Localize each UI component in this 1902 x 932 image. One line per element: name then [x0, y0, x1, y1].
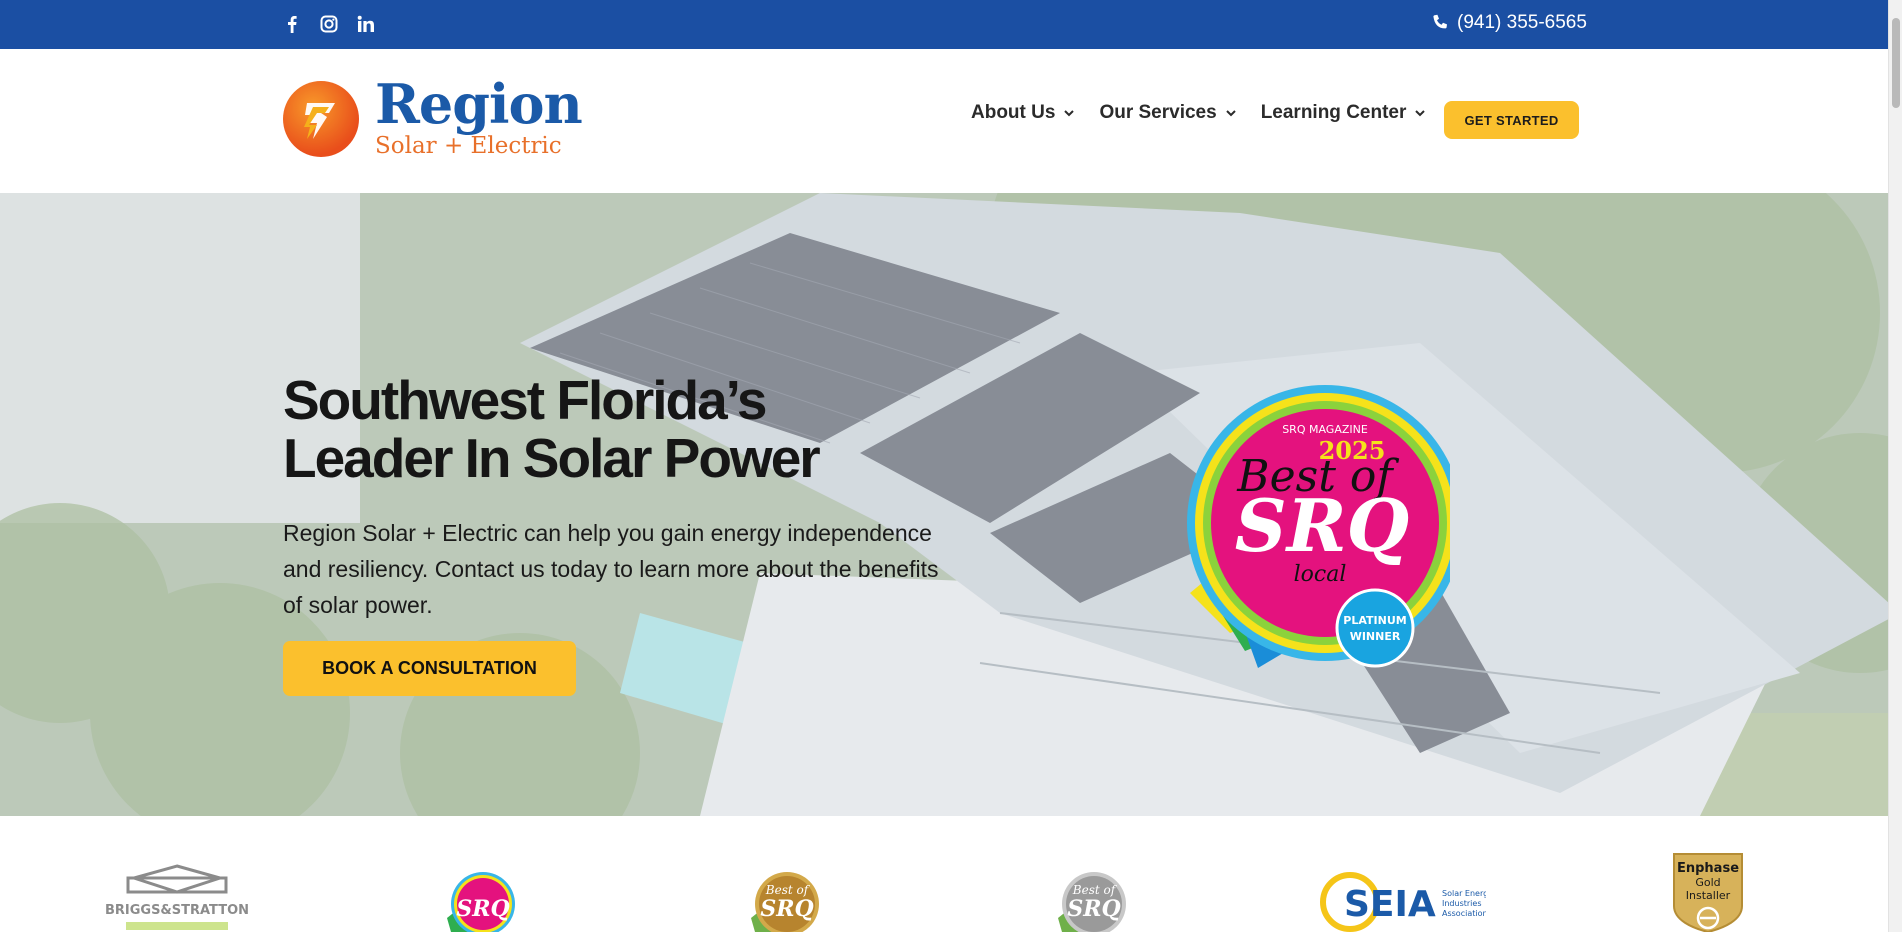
- svg-text:SRQ: SRQ: [1067, 896, 1120, 922]
- vertical-scrollbar[interactable]: [1888, 0, 1902, 932]
- seia-text: SEIA: [1344, 884, 1436, 925]
- seia-sub-line1: Solar Energy: [1442, 889, 1486, 898]
- site-logo[interactable]: Region Solar + Electric: [283, 72, 583, 160]
- srq-silver-badge: Best of SRQ: [1058, 872, 1126, 932]
- logo-title: Region: [375, 72, 583, 136]
- scrollbar-thumb[interactable]: [1892, 18, 1900, 108]
- hero-title: Southwest Florida’s Leader In Solar Powe…: [283, 369, 821, 489]
- nav-about-us[interactable]: About Us: [971, 102, 1075, 124]
- svg-text:SRQ: SRQ: [760, 896, 813, 922]
- enphase-gold-installer-badge: Enphase Gold Installer: [1673, 853, 1743, 932]
- partner-logos-strip: BRIGGS&STRATTON SRQ Best of SRQ Best of …: [0, 816, 1888, 932]
- briggs-stratton-logo: BRIGGS&STRATTON: [105, 864, 249, 930]
- svg-text:Enphase: Enphase: [1677, 861, 1739, 876]
- badge-line2: SRQ: [1235, 483, 1410, 568]
- nav-our-services[interactable]: Our Services: [1099, 102, 1236, 124]
- seia-sub-line3: Association®: [1442, 909, 1486, 918]
- chevron-down-icon: [1415, 110, 1426, 117]
- srq-2023-badge: SRQ: [447, 872, 515, 932]
- social-links: [283, 15, 375, 33]
- srq-silver-best-of: Best of: [1072, 883, 1118, 897]
- seia-logo: SEIA Solar Energy Industries Association…: [1320, 872, 1486, 932]
- seia-sub-line2: Industries: [1442, 899, 1481, 908]
- page: (941) 355-6565 Region Solar + Electric A…: [0, 0, 1888, 932]
- phone-link[interactable]: (941) 355-6565: [1431, 12, 1587, 34]
- facebook-icon[interactable]: [283, 15, 301, 33]
- srq-gold-best-of: Best of: [765, 883, 811, 897]
- book-consultation-button[interactable]: BOOK A CONSULTATION: [283, 641, 576, 696]
- logo-wordmark: Region Solar + Electric: [375, 72, 583, 160]
- instagram-icon[interactable]: [320, 15, 338, 33]
- linkedin-icon[interactable]: [357, 15, 375, 33]
- badge-ribbon: SRQ MAGAZINE: [1282, 423, 1368, 436]
- best-of-srq-badge: SRQ MAGAZINE 2025 Best of SRQ local PLAT…: [1187, 385, 1450, 668]
- chevron-down-icon: [1225, 110, 1236, 117]
- badge-seal-line1: PLATINUM: [1343, 614, 1406, 627]
- svg-text:Gold: Gold: [1695, 876, 1720, 889]
- hero-description: Region Solar + Electric can help you gai…: [283, 520, 939, 618]
- logo-subtitle: Solar + Electric: [375, 133, 562, 159]
- hero-section: Southwest Florida’s Leader In Solar Powe…: [0, 193, 1888, 816]
- chevron-down-icon: [1064, 110, 1075, 117]
- phone-icon: [1433, 14, 1447, 29]
- get-started-button[interactable]: GET STARTED: [1444, 101, 1579, 139]
- nav-learning-center[interactable]: Learning Center: [1261, 102, 1427, 124]
- nav-learning-center-label: Learning Center: [1260, 102, 1407, 123]
- briggs-text: BRIGGS&STRATTON: [105, 903, 249, 918]
- svg-text:Installer: Installer: [1686, 889, 1731, 902]
- phone-number: (941) 355-6565: [1457, 12, 1587, 33]
- hero-background-image: [0, 193, 1888, 816]
- top-bar: (941) 355-6565: [0, 0, 1888, 49]
- srq-gold-badge: Best of SRQ: [751, 872, 819, 932]
- site-header: Region Solar + Electric About Us Our Ser…: [0, 49, 1888, 193]
- nav-our-services-label: Our Services: [1099, 102, 1217, 123]
- badge-seal-line2: WINNER: [1350, 630, 1401, 643]
- svg-text:SRQ: SRQ: [456, 896, 509, 922]
- main-nav: About Us Our Services Learning Center: [971, 102, 1450, 124]
- nav-about-us-label: About Us: [971, 102, 1056, 123]
- logo-bolt-icon: [283, 81, 359, 157]
- badge-line3: local: [1294, 562, 1347, 587]
